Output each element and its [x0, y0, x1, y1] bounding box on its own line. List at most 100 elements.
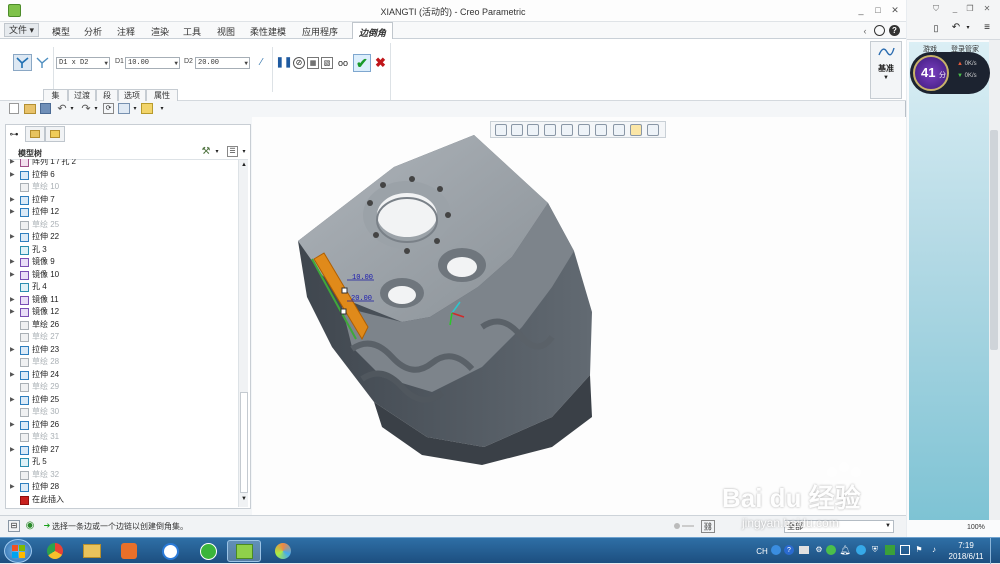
- d1-input[interactable]: 10.00 ▼: [125, 57, 180, 69]
- favorites-tab-icon[interactable]: [45, 126, 65, 142]
- tree-item[interactable]: 草绘 28: [8, 356, 238, 369]
- detached-preview-icon[interactable]: ▧: [321, 57, 333, 69]
- expand-arrow-icon[interactable]: ▶: [10, 419, 15, 432]
- clock-time[interactable]: 7:19: [944, 541, 988, 550]
- tree-item[interactable]: 草绘 29: [8, 381, 238, 394]
- attached-preview-icon[interactable]: ▦: [307, 57, 319, 69]
- maximize-button[interactable]: □: [872, 5, 884, 16]
- tray-360-icon[interactable]: [826, 545, 836, 555]
- close-button[interactable]: ✕: [889, 5, 901, 16]
- expand-arrow-icon[interactable]: ▶: [10, 169, 15, 182]
- expand-arrow-icon[interactable]: ▶: [10, 269, 15, 282]
- minimize-icon[interactable]: _: [950, 4, 960, 14]
- tab-render[interactable]: 渲染: [151, 25, 169, 38]
- expand-arrow-icon[interactable]: ▶: [10, 294, 15, 307]
- d2-input[interactable]: 20.00 ▼: [195, 57, 250, 69]
- close-window-icon[interactable]: [141, 103, 153, 114]
- tree-item[interactable]: ▶ 拉伸 26: [8, 419, 238, 432]
- tree-item[interactable]: ▶ 镜像 10: [8, 269, 238, 282]
- model-tree-tab-icon[interactable]: ⊶: [8, 128, 20, 140]
- back-dropdown-icon[interactable]: ▾: [964, 22, 972, 34]
- taskbar-paint-app[interactable]: [266, 540, 300, 562]
- undo-icon[interactable]: ↶: [56, 103, 68, 115]
- zoom-level[interactable]: 100%: [967, 524, 985, 531]
- subtab-sets[interactable]: 集: [43, 89, 68, 101]
- zoom-out-icon[interactable]: [527, 124, 539, 136]
- open-folder-icon[interactable]: [24, 104, 36, 114]
- tree-item[interactable]: 草绘 26: [8, 319, 238, 332]
- expand-arrow-icon[interactable]: ▶: [10, 206, 15, 219]
- tray-bell-icon[interactable]: 🔔︎: [839, 545, 850, 555]
- search-icon[interactable]: [874, 25, 885, 36]
- display-style-icon[interactable]: [561, 124, 573, 136]
- file-menu[interactable]: 文件 ▾: [4, 23, 40, 37]
- tree-item[interactable]: 孔 4: [8, 281, 238, 294]
- customize-toolbar-icon[interactable]: ▾: [158, 103, 166, 115]
- tree-item[interactable]: ▶ 阵列 1 / 孔 2: [8, 159, 238, 169]
- tree-item[interactable]: ▶ 拉伸 28: [8, 481, 238, 494]
- tab-model[interactable]: 模型: [52, 25, 70, 38]
- tree-item[interactable]: 草绘 31: [8, 431, 238, 444]
- input-language[interactable]: CH: [756, 547, 768, 556]
- taskbar-explorer-app[interactable]: [75, 540, 109, 562]
- graphics-viewport[interactable]: 10.00 20.00: [252, 117, 906, 515]
- expand-arrow-icon[interactable]: ▶: [10, 159, 15, 169]
- dimension-d2-label[interactable]: 20.00: [351, 295, 372, 303]
- subtab-transitions[interactable]: 过渡: [68, 89, 96, 101]
- smart-select-icon[interactable]: ⛓: [701, 520, 715, 533]
- shirt-icon[interactable]: ⛉: [931, 4, 941, 14]
- chamfer-type-select[interactable]: D1 x D2 ▼: [56, 57, 110, 69]
- expand-arrow-icon[interactable]: ▶: [10, 394, 15, 407]
- tray-flag-icon[interactable]: ⚑: [914, 545, 924, 555]
- tree-item[interactable]: 孔 5: [8, 456, 238, 469]
- expand-arrow-icon[interactable]: ▶: [10, 369, 15, 382]
- folder-browser-tab-icon[interactable]: [25, 126, 45, 142]
- expand-arrow-icon[interactable]: ▶: [10, 444, 15, 457]
- show-menu-icon[interactable]: ☰: [227, 146, 238, 157]
- mobile-icon[interactable]: ▯: [931, 22, 941, 34]
- expand-arrow-icon[interactable]: ▶: [10, 481, 15, 494]
- scroll-thumb[interactable]: [240, 392, 248, 493]
- tree-item[interactable]: ▶ 拉伸 6: [8, 169, 238, 182]
- expand-arrow-icon[interactable]: ▶: [10, 306, 15, 319]
- tab-analysis[interactable]: 分析: [84, 25, 102, 38]
- start-button[interactable]: [4, 539, 32, 563]
- expand-arrow-icon[interactable]: ▶: [10, 256, 15, 269]
- tree-item[interactable]: 草绘 30: [8, 406, 238, 419]
- tree-item[interactable]: ▶ 镜像 9: [8, 256, 238, 269]
- tree-item[interactable]: ▶ 拉伸 27: [8, 444, 238, 457]
- side-close-icon[interactable]: ✕: [982, 4, 992, 14]
- tray-input-icon[interactable]: [771, 545, 781, 555]
- tab-annotate[interactable]: 注释: [117, 25, 135, 38]
- chevron-icon[interactable]: ‹: [860, 26, 870, 36]
- datum-display-icon[interactable]: [613, 124, 625, 136]
- gearbox-model[interactable]: [252, 117, 906, 515]
- tray-keyboard-icon[interactable]: [799, 546, 809, 554]
- view-manager-icon[interactable]: [595, 124, 607, 136]
- minimize-button[interactable]: _: [855, 5, 867, 16]
- side-scrollbar[interactable]: [989, 40, 1000, 520]
- taskbar-baidu-app[interactable]: [154, 540, 188, 562]
- tab-tools[interactable]: 工具: [183, 25, 201, 38]
- tree-item[interactable]: 在此插入: [8, 494, 238, 507]
- show-menu-dropdown-icon[interactable]: ▾: [240, 146, 248, 158]
- subtab-segments[interactable]: 段: [96, 89, 118, 101]
- subtab-properties[interactable]: 属性: [146, 89, 178, 101]
- tray-volume-icon[interactable]: ♪: [929, 545, 939, 555]
- zoom-in-icon[interactable]: [511, 124, 523, 136]
- back-icon[interactable]: ↶: [950, 22, 962, 34]
- pause-icon[interactable]: ❚❚: [276, 57, 293, 69]
- scroll-down-icon[interactable]: ▼: [240, 496, 248, 504]
- tab-edge-chamfer[interactable]: 边倒角: [352, 22, 394, 39]
- expand-arrow-icon[interactable]: ▶: [10, 231, 15, 244]
- tree-item[interactable]: ▶ 拉伸 7: [8, 194, 238, 207]
- spin-center-icon[interactable]: [647, 124, 659, 136]
- tab-applications[interactable]: 应用程序: [302, 25, 338, 38]
- taskbar-chrome-app[interactable]: [38, 540, 72, 562]
- repaint-icon[interactable]: [544, 124, 556, 136]
- tree-scrollbar[interactable]: ▲ ▼: [238, 160, 248, 507]
- tray-display-icon[interactable]: [900, 545, 910, 555]
- no-preview-icon[interactable]: ⊘: [293, 57, 305, 69]
- tree-item[interactable]: ▶ 镜像 12: [8, 306, 238, 319]
- ok-check-icon[interactable]: ✔: [353, 54, 371, 72]
